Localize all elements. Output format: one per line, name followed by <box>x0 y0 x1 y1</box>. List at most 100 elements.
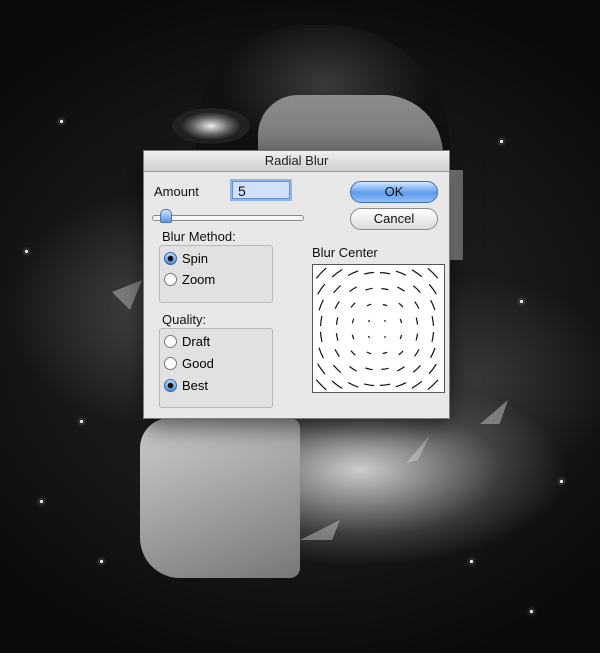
spin-arc <box>363 271 375 275</box>
spin-arc <box>431 332 435 343</box>
spin-arc <box>414 301 420 309</box>
spin-arc <box>381 288 389 291</box>
spin-arc <box>315 379 327 391</box>
radio-indicator <box>164 379 177 392</box>
spin-arc <box>363 383 375 387</box>
spin-arc <box>320 315 323 327</box>
spin-arc <box>347 381 359 388</box>
spin-arc <box>367 335 371 339</box>
spin-arc <box>397 366 405 372</box>
spin-arc <box>395 382 407 388</box>
spin-arc <box>331 268 343 278</box>
spin-arc <box>365 367 373 371</box>
spin-arc <box>427 379 439 391</box>
spin-arc <box>382 303 388 307</box>
spin-arc <box>319 331 323 343</box>
spin-arc <box>398 350 404 356</box>
spin-arc <box>350 350 356 356</box>
blur-center-preview[interactable] <box>312 264 445 393</box>
spin-arc <box>318 299 324 311</box>
spin-arc <box>430 347 436 359</box>
star <box>500 140 503 143</box>
blur-method-group: Spin Zoom <box>159 245 273 303</box>
spin-arc <box>383 319 387 323</box>
radio-label: Draft <box>182 334 211 349</box>
spin-arc <box>411 380 423 389</box>
star <box>25 250 28 253</box>
blur-center-label: Blur Center <box>312 245 378 260</box>
spin-arc <box>415 333 419 341</box>
ok-button[interactable]: OK <box>350 181 438 203</box>
spin-arc <box>430 299 436 311</box>
spin-arc <box>366 303 372 307</box>
star <box>530 610 533 613</box>
spin-arc <box>351 334 355 340</box>
amount-slider-thumb[interactable] <box>159 209 172 223</box>
spin-arc <box>379 272 391 275</box>
spin-arc <box>412 365 421 373</box>
amount-slider[interactable] <box>152 215 304 221</box>
spin-arc <box>367 319 371 323</box>
quality-group: Draft Good Best <box>159 328 273 408</box>
spin-arc <box>431 315 435 326</box>
spin-arc <box>317 283 326 295</box>
quality-heading: Quality: <box>162 312 207 327</box>
radio-indicator <box>164 252 177 265</box>
spin-arc <box>381 367 389 370</box>
blur-method-heading: Blur Method: <box>162 229 236 244</box>
star <box>520 300 523 303</box>
spin-arc <box>331 380 343 390</box>
spin-arc <box>335 333 339 341</box>
spin-arc <box>351 318 355 324</box>
spin-arc <box>317 363 326 375</box>
bird-image <box>172 108 250 144</box>
spin-arc <box>428 283 437 295</box>
dialog-title[interactable]: Radial Blur <box>144 151 449 172</box>
star <box>470 560 473 563</box>
spin-arc <box>349 366 357 372</box>
spin-arc <box>315 267 327 279</box>
amount-input[interactable]: 5 <box>232 181 290 199</box>
star <box>80 420 83 423</box>
radio-label: Zoom <box>182 272 216 287</box>
spin-arc <box>366 351 372 355</box>
spin-arc <box>411 269 423 278</box>
radio-label: Good <box>182 356 214 371</box>
spin-arc <box>335 317 339 325</box>
radio-indicator <box>164 335 177 348</box>
amount-label: Amount <box>154 184 199 199</box>
spin-arc <box>382 351 388 355</box>
spin-arc <box>383 335 387 339</box>
cancel-button[interactable]: Cancel <box>350 208 438 230</box>
star <box>560 480 563 483</box>
radio-indicator <box>164 357 177 370</box>
spin-arc <box>395 270 407 276</box>
radio-indicator <box>164 273 177 286</box>
spin-arc <box>334 348 340 357</box>
star <box>100 560 103 563</box>
spin-arc <box>350 302 356 308</box>
spin-arc <box>399 334 403 340</box>
spin-arc <box>415 317 419 325</box>
spin-arc <box>427 267 439 279</box>
spin-arc <box>333 364 342 374</box>
spin-arc <box>347 270 359 277</box>
radial-blur-dialog: Radial Blur Amount 5 OK Cancel Blur Meth… <box>143 150 450 419</box>
hand-image <box>140 418 300 578</box>
spin-arc <box>397 286 405 292</box>
spin-arc <box>398 302 404 308</box>
radio-label: Spin <box>182 251 209 266</box>
radio-label: Best <box>182 378 209 393</box>
spin-arc <box>365 287 373 291</box>
spin-arc <box>334 301 340 310</box>
spin-arc <box>349 286 357 292</box>
spin-arc <box>412 285 421 293</box>
spin-pattern-icon <box>315 267 439 391</box>
spin-arc <box>399 318 403 324</box>
spin-arc <box>318 347 324 359</box>
spin-arc <box>379 383 391 386</box>
spin-arc <box>428 363 437 375</box>
star <box>60 120 63 123</box>
spin-arc <box>414 349 420 357</box>
spin-arc <box>333 284 342 294</box>
